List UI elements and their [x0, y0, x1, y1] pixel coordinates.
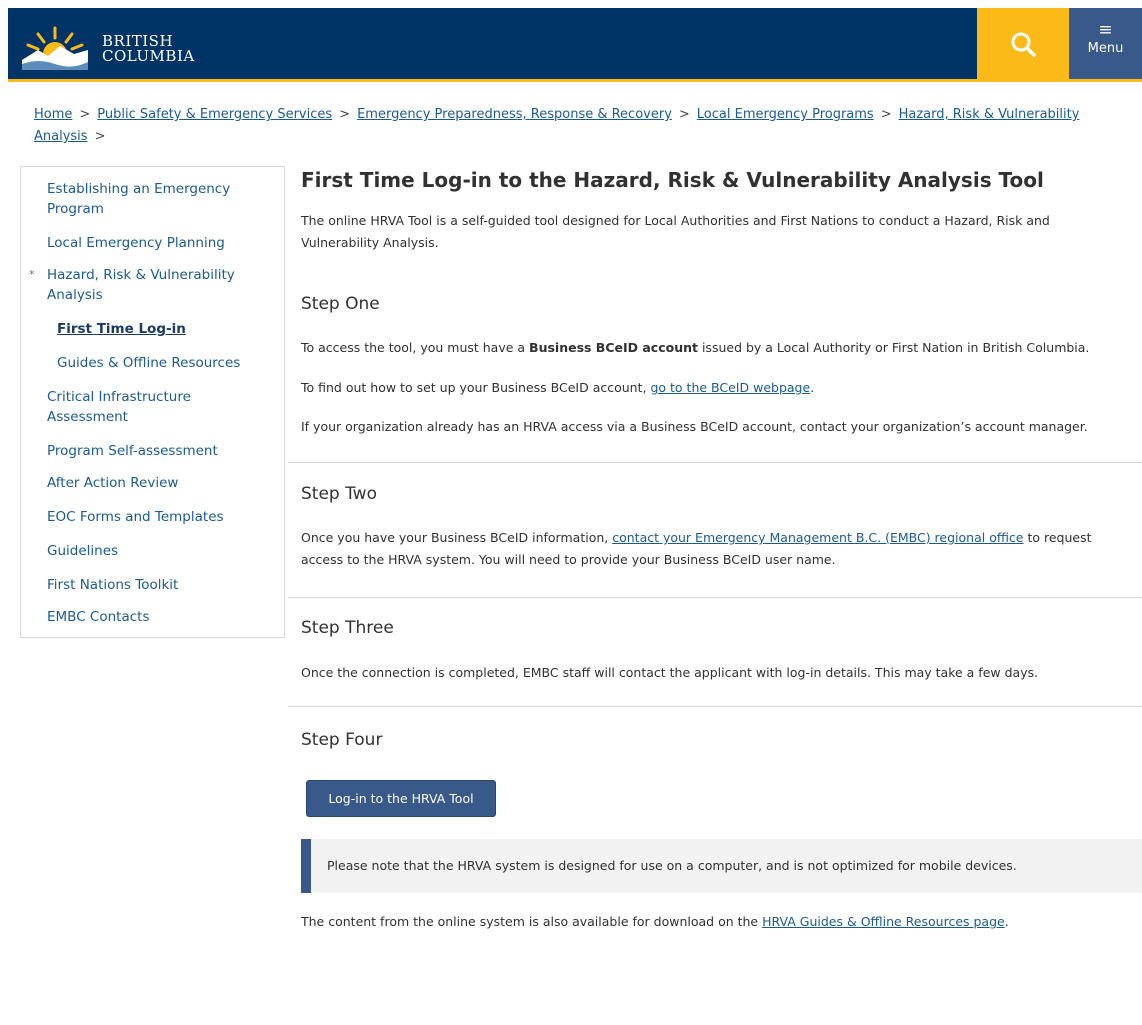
breadcrumb: Home > Public Safety & Emergency Services >… — [34, 104, 1134, 148]
breadcrumb-separator: > — [880, 107, 892, 122]
bceid-webpage-link[interactable]: go to the BCeID webpage — [650, 380, 810, 395]
sidebar-item-hrva[interactable]: * Hazard, Risk & Vulnerability Analysis — [29, 265, 272, 305]
hamburger-icon: ≡ — [1098, 20, 1113, 40]
sidebar-item-guidelines[interactable]: Guidelines — [47, 541, 272, 561]
text: issued by a Local Authority or First Nat… — [697, 340, 1090, 355]
mobile-notice-text: Please note that the HRVA system is desi… — [327, 858, 1017, 873]
text: . — [810, 380, 815, 395]
breadcrumb-separator: > — [339, 107, 351, 122]
login-hrva-button[interactable]: Log-in to the HRVA Tool — [306, 780, 496, 817]
sidebar-item-first-time-login[interactable]: First Time Log-in — [57, 319, 282, 339]
sidebar-item-local-planning[interactable]: Local Emergency Planning — [47, 233, 272, 253]
expanded-marker: * — [29, 268, 35, 281]
breadcrumb-local-emergency-programs[interactable]: Local Emergency Programs — [697, 107, 874, 122]
sun-logo-icon — [22, 26, 88, 70]
section-divider — [288, 706, 1142, 707]
step-one-paragraph-3: If your organization already has an HRVA… — [301, 419, 1088, 434]
text: Once you have your Business BCeID inform… — [301, 530, 613, 545]
bceid-emphasis: Business BCeID account — [529, 340, 698, 355]
sidebar-item-eoc-forms[interactable]: EOC Forms and Templates — [47, 507, 272, 527]
offline-resources-paragraph: The content from the online system is al… — [301, 911, 1009, 933]
sidebar-item-label: Hazard, Risk & Vulnerability Analysis — [47, 267, 235, 303]
menu-button[interactable]: ≡ Menu — [1069, 8, 1142, 79]
embc-regional-office-link[interactable]: contact your Emergency Management B.C. (… — [612, 530, 1023, 545]
breadcrumb-separator: > — [94, 129, 106, 144]
text: To find out how to set up your Business … — [301, 380, 651, 395]
side-navigation: Establishing an Emergency Program Local … — [20, 166, 285, 638]
top-strip — [0, 0, 1142, 8]
breadcrumb-home[interactable]: Home — [34, 107, 72, 122]
sidebar-item-after-action[interactable]: After Action Review — [47, 473, 272, 493]
text: The content from the online system is al… — [301, 914, 763, 929]
text: To access the tool, you must have a — [301, 340, 530, 355]
intro-text: The online HRVA Tool is a self-guided to… — [301, 213, 1050, 250]
sidebar-item-critical-infrastructure[interactable]: Critical Infrastructure Assessment — [47, 387, 272, 427]
sidebar-item-self-assessment[interactable]: Program Self-assessment — [47, 441, 272, 461]
breadcrumb-emergency-preparedness[interactable]: Emergency Preparedness, Response & Recov… — [357, 107, 672, 122]
section-divider — [288, 462, 1142, 463]
search-button[interactable] — [977, 8, 1069, 79]
bc-logo[interactable]: BRITISH COLUMBIA — [20, 20, 194, 70]
breadcrumb-public-safety[interactable]: Public Safety & Emergency Services — [97, 107, 332, 122]
hrva-guides-link[interactable]: HRVA Guides & Offline Resources page — [762, 914, 1005, 929]
sidebar-item-first-nations[interactable]: First Nations Toolkit — [47, 575, 272, 595]
site-header: BRITISH COLUMBIA ≡ Menu — [8, 8, 1142, 82]
text: . — [1004, 914, 1009, 929]
sidebar-item-establishing[interactable]: Establishing an Emergency Program — [47, 179, 272, 219]
sidebar-item-guides[interactable]: Guides & Offline Resources — [57, 353, 282, 373]
step-four-heading: Step Four — [301, 730, 383, 750]
section-divider — [288, 597, 1142, 598]
sidebar-item-embc-contacts[interactable]: EMBC Contacts — [47, 607, 272, 627]
step-three-heading: Step Three — [301, 618, 394, 638]
step-one-heading: Step One — [301, 294, 380, 314]
step-three-paragraph: Once the connection is completed, EMBC s… — [301, 665, 1039, 680]
page-title: First Time Log-in to the Hazard, Risk & … — [301, 168, 1044, 192]
search-icon — [1011, 32, 1036, 57]
breadcrumb-separator: > — [79, 107, 91, 122]
menu-label: Menu — [1087, 41, 1124, 56]
breadcrumb-separator: > — [678, 107, 690, 122]
mobile-notice-callout: Please note that the HRVA system is desi… — [301, 839, 1142, 893]
logo-line-2: COLUMBIA — [102, 47, 195, 65]
step-one-paragraph-1: To access the tool, you must have a Busi… — [301, 337, 1089, 359]
step-two-heading: Step Two — [301, 484, 377, 504]
step-one-paragraph-2: To find out how to set up your Business … — [301, 377, 814, 399]
step-two-paragraph: Once you have your Business BCeID inform… — [301, 527, 1121, 571]
